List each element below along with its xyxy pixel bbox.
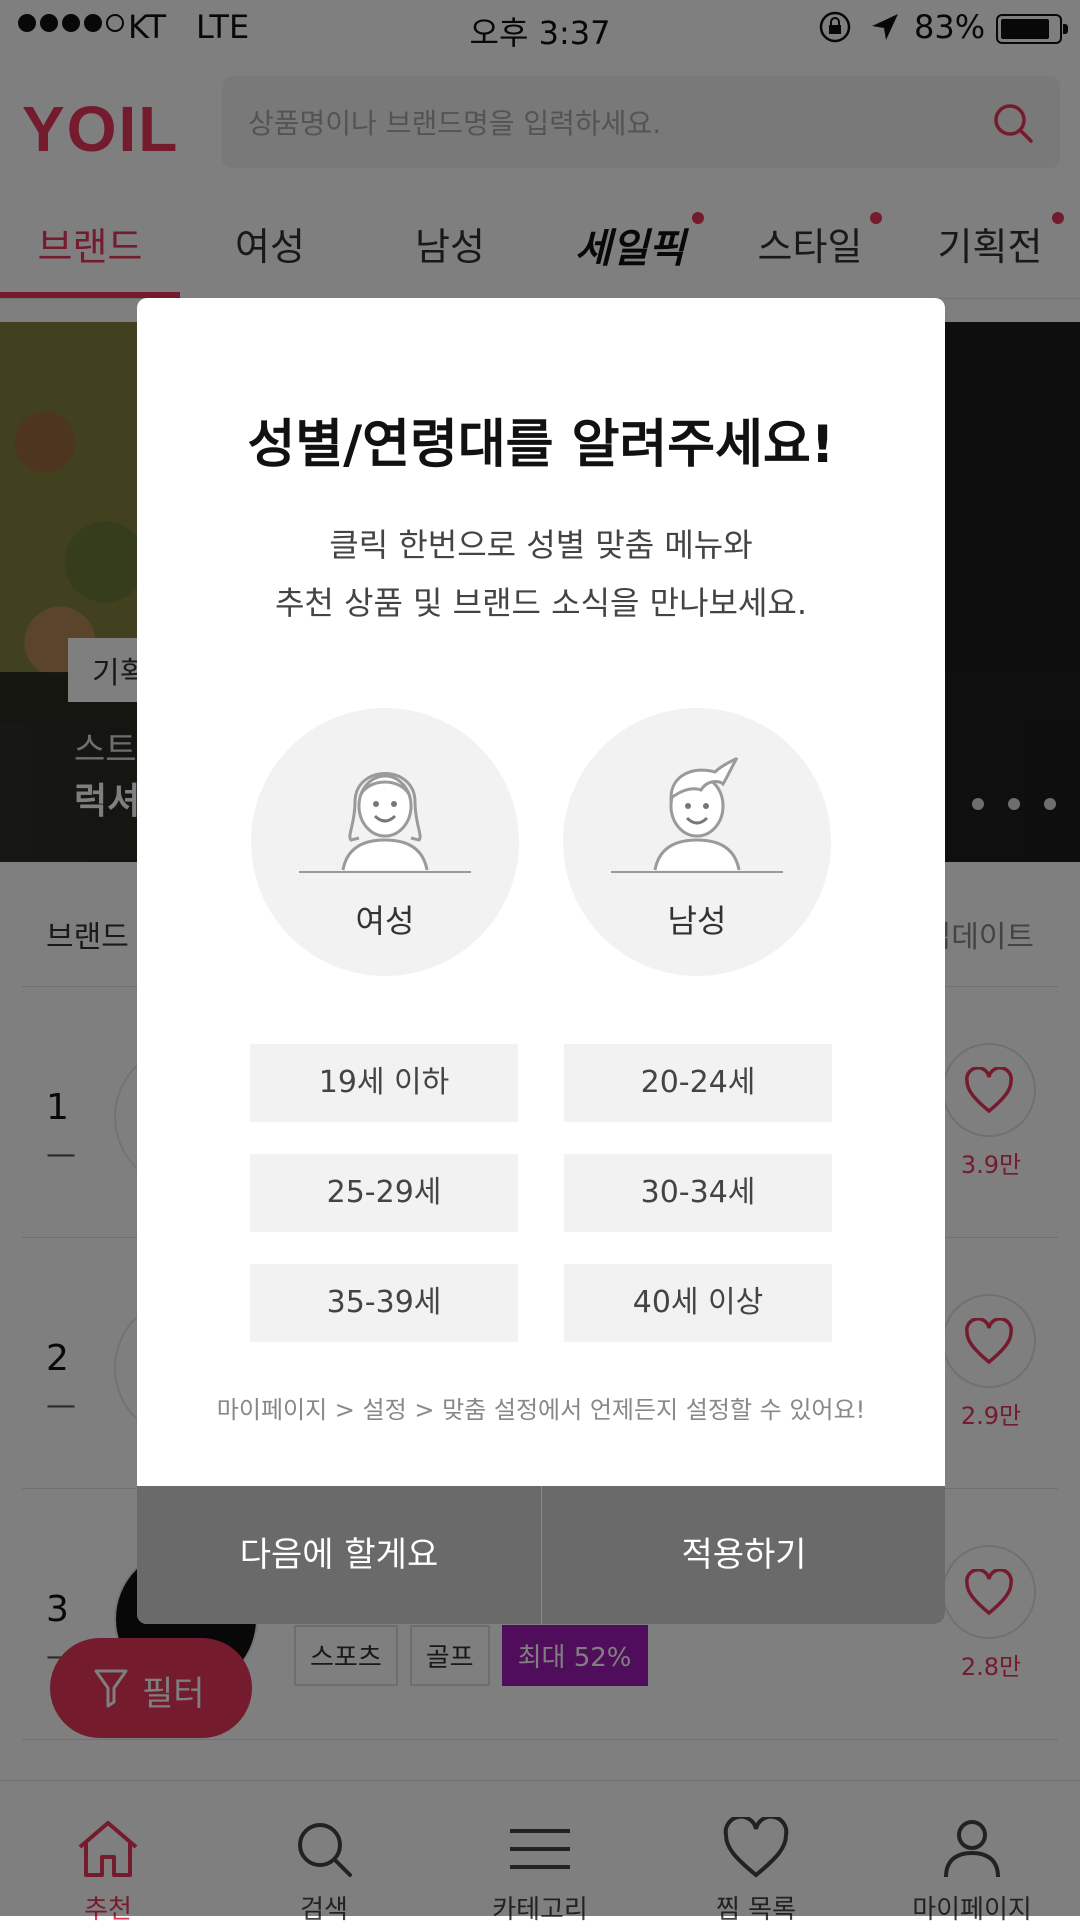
later-button[interactable]: 다음에 할게요: [137, 1486, 541, 1624]
dialog-title: 성별/연령대를 알려주세요!: [247, 415, 835, 475]
dialog-description-line2: 추천 상품 및 브랜드 소식을 만나보세요.: [274, 584, 808, 622]
female-avatar-icon: [299, 772, 471, 873]
gender-male-label: 남성: [667, 902, 727, 940]
gender-age-dialog: 성별/연령대를 알려주세요! 클릭 한번으로 성별 맞춤 메뉴와 추천 상품 및…: [137, 298, 945, 1624]
dialog-actions: 다음에 할게요 적용하기: [137, 1486, 945, 1624]
gender-female-button[interactable]: 여성: [251, 708, 519, 976]
age-option-35-39[interactable]: 35-39세: [250, 1264, 518, 1342]
gender-female-label: 여성: [355, 902, 415, 940]
apply-button[interactable]: 적용하기: [542, 1486, 945, 1624]
age-option-20-24[interactable]: 20-24세: [564, 1044, 832, 1122]
male-avatar-icon: [611, 756, 783, 873]
dialog-description-line1: 클릭 한번으로 성별 맞춤 메뉴와: [329, 526, 753, 564]
age-option-25-29[interactable]: 25-29세: [250, 1154, 518, 1232]
age-option-40-over[interactable]: 40세 이상: [564, 1264, 832, 1342]
gender-male-button[interactable]: 남성: [563, 708, 831, 976]
age-option-19-under[interactable]: 19세 이하: [250, 1044, 518, 1122]
age-option-30-34[interactable]: 30-34세: [564, 1154, 832, 1232]
settings-hint: 마이페이지 > 설정 > 맞춤 설정에서 언제든지 설정할 수 있어요!: [216, 1396, 866, 1424]
